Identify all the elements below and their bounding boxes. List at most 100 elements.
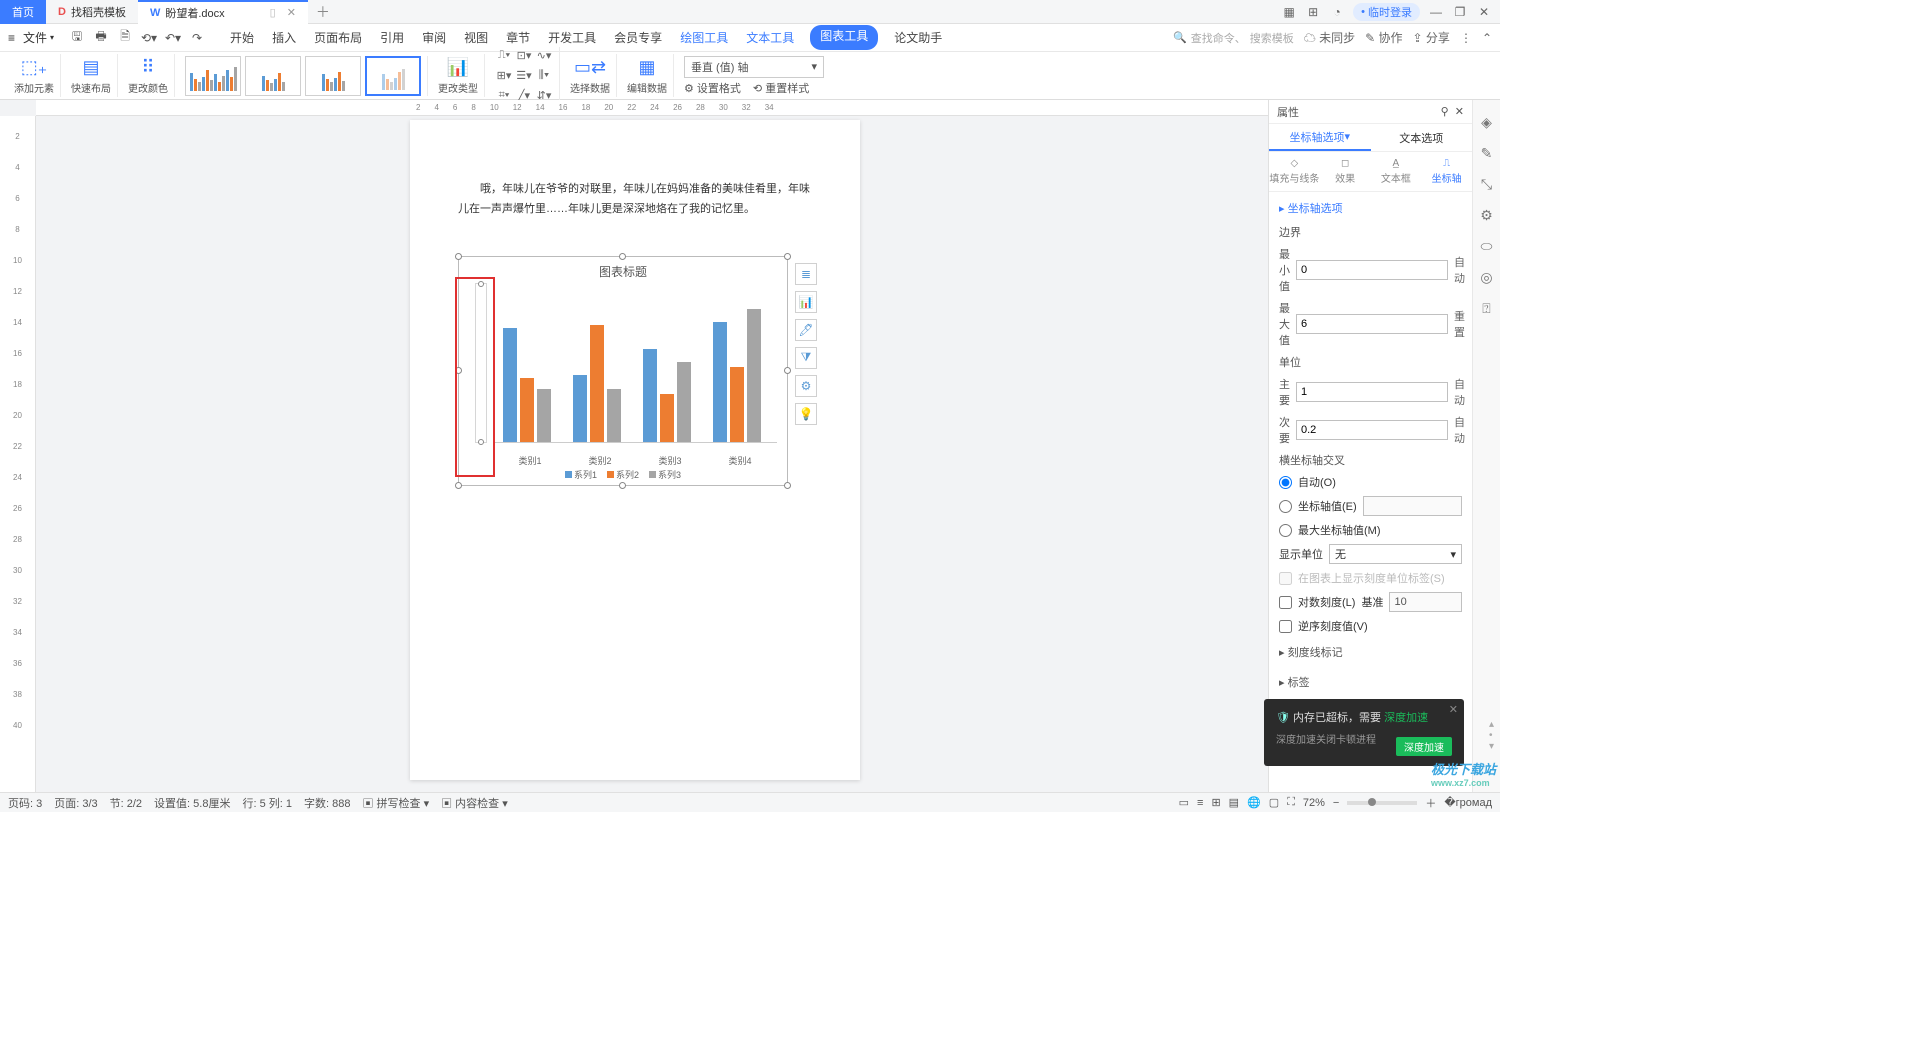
view-outline-icon[interactable]: ≡ xyxy=(1197,797,1203,809)
rtool-location-icon[interactable]: ◎ xyxy=(1480,269,1492,286)
resize-handle[interactable] xyxy=(784,253,791,260)
hamburger-icon[interactable]: ≡ xyxy=(8,31,15,45)
save-icon[interactable]: 🖫 xyxy=(68,29,86,47)
axis-title-icon[interactable]: ⊡▾ xyxy=(515,47,533,65)
rtool-help-icon[interactable]: ⍰ xyxy=(1482,300,1490,317)
chart-tool-filter-icon[interactable]: ⧩ xyxy=(795,347,817,369)
status-section[interactable]: 节: 2/2 xyxy=(110,795,142,811)
share-button[interactable]: ⇪ 分享 xyxy=(1413,29,1450,46)
layout-icon[interactable]: ▦ xyxy=(1281,4,1297,20)
section-tickmarks[interactable]: ▸ 刻度线标记 xyxy=(1279,640,1462,664)
status-content[interactable]: ▣ 内容检查 ▾ xyxy=(441,795,508,811)
resize-handle[interactable] xyxy=(455,253,462,260)
subtab-axis-opts[interactable]: 坐标轴选项 ▾ xyxy=(1269,124,1371,151)
ribbon-select-data[interactable]: ▭⇄ 选择数据 xyxy=(564,54,617,97)
zoom-in-icon[interactable]: ＋ xyxy=(1425,795,1436,811)
menu-start[interactable]: 开始 xyxy=(228,25,256,50)
ribbon-quick-layout[interactable]: ▤ 快速布局 xyxy=(65,54,118,97)
view-globe-icon[interactable]: 🌐 xyxy=(1247,796,1261,809)
menu-vip[interactable]: 会员专享 xyxy=(612,25,664,50)
expand-icon[interactable]: �громад xyxy=(1444,796,1492,809)
chart-tool-idea-icon[interactable]: 💡 xyxy=(795,403,817,425)
preview-icon[interactable]: 🗎 xyxy=(116,29,134,47)
pin-icon[interactable]: ⚲ xyxy=(1441,106,1449,118)
resize-handle[interactable] xyxy=(455,482,462,489)
tab-document[interactable]: W 盼望着.docx ▯ ✕ xyxy=(138,0,308,24)
min-input[interactable] xyxy=(1296,260,1448,280)
ribbon-change-type[interactable]: 📊 更改类型 xyxy=(432,54,485,97)
apps-icon[interactable]: ⊞ xyxy=(1305,4,1321,20)
resize-handle[interactable] xyxy=(784,482,791,489)
chart-tool-format-icon[interactable]: ≣ xyxy=(795,263,817,285)
chart-title[interactable]: 图表标题 xyxy=(459,257,787,280)
error-icon[interactable]: ⫼▾ xyxy=(535,67,553,85)
section-labels[interactable]: ▸ 标签 xyxy=(1279,670,1462,694)
minimize-icon[interactable]: — xyxy=(1428,4,1444,20)
menu-draw-tools[interactable]: 绘图工具 xyxy=(678,25,730,50)
rtool-shape-icon[interactable]: ⬭ xyxy=(1481,238,1493,255)
picon-effect[interactable]: ◻效果 xyxy=(1320,152,1371,191)
chart-legend[interactable]: 系列1 系列2 系列3 xyxy=(459,468,787,481)
maximize-icon[interactable]: ❐ xyxy=(1452,4,1468,20)
cb-log[interactable]: 对数刻度(L)基准 xyxy=(1279,592,1462,612)
rtool-diamond-icon[interactable]: ◈ xyxy=(1481,114,1492,131)
login-button[interactable]: • 临时登录 xyxy=(1353,3,1420,21)
gridline-icon[interactable]: ⊞▾ xyxy=(495,67,513,85)
ribbon-add-element[interactable]: ⬚₊ 添加元素 xyxy=(8,54,61,97)
status-page[interactable]: 页面: 3/3 xyxy=(54,795,97,811)
picon-axis[interactable]: ⎍坐标轴 xyxy=(1421,152,1472,191)
toast-accel-button[interactable]: 深度加速 xyxy=(1396,737,1452,756)
menu-text-tools[interactable]: 文本工具 xyxy=(744,25,796,50)
format-button[interactable]: ⚙ 设置格式 xyxy=(684,80,741,96)
reset-button[interactable]: 重置 xyxy=(1454,308,1465,340)
view-page-icon[interactable]: ▭ xyxy=(1179,796,1189,809)
tab-home[interactable]: 首页 xyxy=(0,0,46,24)
rtool-settings-icon[interactable]: ⚙ xyxy=(1480,207,1493,224)
chart-object[interactable]: 图表标题 类别1类别2类别3类别4 系列1 系列2 系列3 ≣ 📊 🖊 ⧩ ⚙ … xyxy=(458,256,788,486)
max-input[interactable] xyxy=(1296,314,1448,334)
picon-fill[interactable]: ◇填充与线条 xyxy=(1269,152,1320,191)
legend-icon[interactable]: ☰▾ xyxy=(515,67,533,85)
view-read-icon[interactable]: ▤ xyxy=(1229,796,1239,809)
element-selector[interactable]: 垂直 (值) 轴▾ xyxy=(684,56,824,78)
page-nav-dots[interactable]: ▴•▾ xyxy=(1489,719,1494,752)
more-icon[interactable]: ⋮ xyxy=(1460,31,1472,45)
undo-icon[interactable]: ↶▾ xyxy=(164,29,182,47)
panel-close-icon[interactable]: ✕ xyxy=(1455,106,1464,118)
y-axis-selected[interactable] xyxy=(475,283,487,443)
cb-reverse[interactable]: 逆序刻度值(V) xyxy=(1279,618,1462,634)
menu-view[interactable]: 视图 xyxy=(462,25,490,50)
status-spell[interactable]: ▣ 拼写检查 ▾ xyxy=(362,795,429,811)
close-window-icon[interactable]: ✕ xyxy=(1476,4,1492,20)
ribbon-edit-data[interactable]: ▦ 编辑数据 xyxy=(621,54,674,97)
rtool-select-icon[interactable]: ⤡ xyxy=(1481,176,1492,193)
axis-icon[interactable]: ⎍▾ xyxy=(495,47,513,65)
menu-chart-tools[interactable]: 图表工具 xyxy=(810,25,878,50)
menu-insert[interactable]: 插入 xyxy=(270,25,298,50)
zoom-fit-icon[interactable]: ⛶ xyxy=(1287,796,1295,809)
chart-style-3[interactable] xyxy=(305,56,361,96)
picon-textbox[interactable]: A̲文本框 xyxy=(1371,152,1422,191)
rtool-style-icon[interactable]: ✎ xyxy=(1481,145,1493,162)
plot-area[interactable] xyxy=(495,283,777,443)
resize-handle[interactable] xyxy=(619,482,626,489)
menu-layout[interactable]: 页面布局 xyxy=(312,25,364,50)
toast-close-icon[interactable]: ✕ xyxy=(1449,703,1458,716)
menu-review[interactable]: 审阅 xyxy=(420,25,448,50)
chart-style-4[interactable] xyxy=(365,56,421,96)
chart-style-1[interactable] xyxy=(185,56,241,96)
zoom-out-icon[interactable]: − xyxy=(1333,797,1339,809)
skin-icon[interactable]: ◔ xyxy=(1329,4,1345,20)
menu-ref[interactable]: 引用 xyxy=(378,25,406,50)
section-axis-options[interactable]: ▸ 坐标轴选项 xyxy=(1279,200,1462,216)
coop-button[interactable]: ✎ 协作 xyxy=(1365,29,1402,46)
ribbon-change-color[interactable]: ⠿ 更改颜色 xyxy=(122,54,175,97)
radio-max[interactable]: 最大坐标轴值(M) xyxy=(1279,522,1462,538)
zoom-slider[interactable] xyxy=(1347,801,1417,805)
view-focus-icon[interactable]: ▢ xyxy=(1269,796,1279,809)
tab-close-icon[interactable]: ✕ xyxy=(287,6,296,19)
major-input[interactable] xyxy=(1296,382,1448,402)
menu-thesis[interactable]: 论文助手 xyxy=(892,25,944,50)
zoom-value[interactable]: 72% xyxy=(1303,797,1325,809)
sync-status[interactable]: ☁ 未同步 xyxy=(1304,29,1355,46)
